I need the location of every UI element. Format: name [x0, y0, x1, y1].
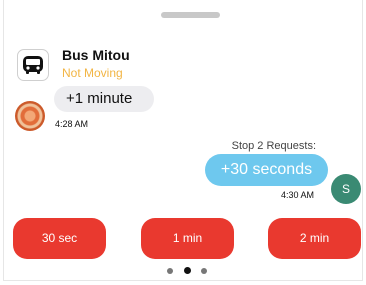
bus-name: Bus Mitou [62, 47, 130, 63]
page-dot-1[interactable] [167, 268, 173, 274]
reply-1-min-button[interactable]: 1 min [141, 218, 234, 259]
user-avatar: S [331, 174, 361, 204]
sender-avatar [15, 101, 45, 131]
page-dot-3[interactable] [201, 268, 207, 274]
sheet-grabber-handle[interactable] [161, 12, 220, 18]
page-dot-2-active[interactable] [184, 267, 191, 274]
incoming-message-bubble: +1 minute [54, 86, 154, 112]
reply-2-min-button[interactable]: 2 min [268, 218, 361, 259]
outgoing-message-bubble: +30 seconds [205, 154, 328, 186]
bus-icon [17, 49, 49, 81]
incoming-message-time: 4:28 AM [55, 119, 89, 129]
stop-requests-label: Stop 2 Requests: [231, 140, 316, 152]
outgoing-message-time: 4:30 AM [281, 190, 315, 200]
bus-status: Not Moving [62, 66, 123, 80]
reply-30-sec-button[interactable]: 30 sec [13, 218, 106, 259]
